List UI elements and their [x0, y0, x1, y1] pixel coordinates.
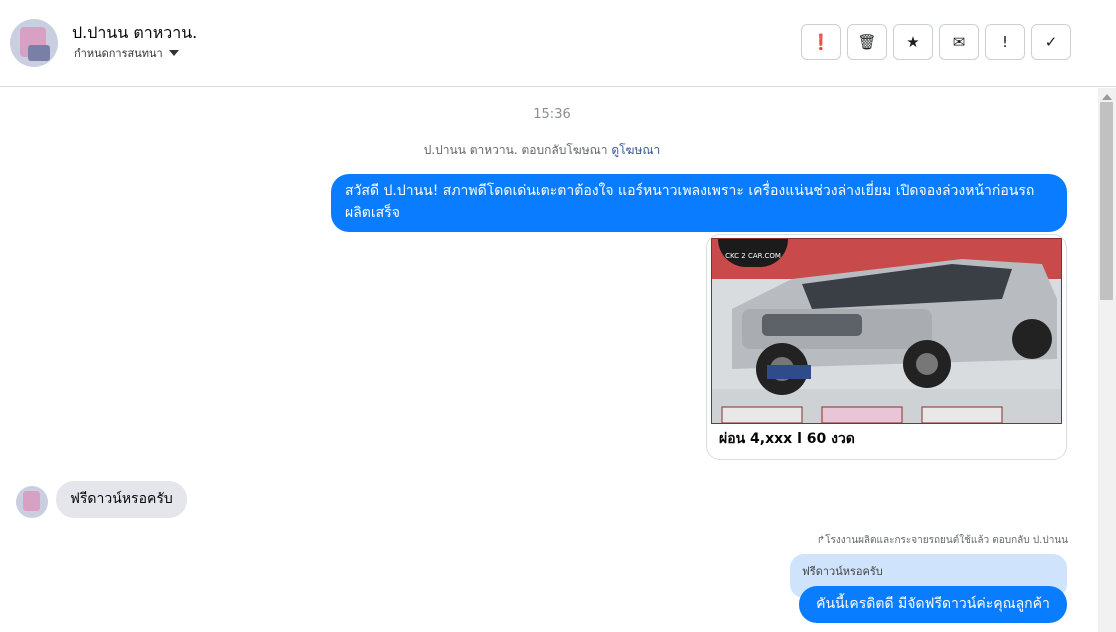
message-timestamp: 15:36	[533, 107, 571, 122]
alert-circle-icon: ❗	[811, 33, 831, 51]
contact-avatar[interactable]	[10, 19, 58, 67]
trash-icon: 🗑	[857, 33, 877, 51]
car-photo: CKC 2 CAR.COM	[711, 238, 1062, 424]
exclamation-icon: !	[1001, 33, 1008, 51]
envelope-icon: ✉	[952, 33, 966, 51]
check-icon: ✓	[1044, 33, 1058, 51]
incoming-message: ฟรีดาวน์หรอครับ	[56, 481, 187, 518]
star-button[interactable]: ★	[893, 24, 933, 60]
thread-scrollbar[interactable]	[1098, 88, 1116, 632]
conversation-settings-label: กำหนดการสนทนา	[74, 47, 163, 60]
ad-reply-text: ป.ปานน ตาหวาน. ตอบกลับโฆษณา	[423, 143, 608, 157]
scroll-up-arrow-icon[interactable]	[1102, 94, 1112, 100]
delete-button[interactable]: 🗑	[847, 24, 887, 60]
mark-done-button[interactable]: ✓	[1031, 24, 1071, 60]
message-thread: 15:36 ป.ปานน ตาหวาน. ตอบกลับโฆษณา ดูโฆษณ…	[0, 88, 1098, 632]
spam-button[interactable]: !	[985, 24, 1025, 60]
mark-unread-button[interactable]: ✉	[939, 24, 979, 60]
caret-down-icon	[168, 50, 179, 56]
ad-card-title: ผ่อน 4,xxx l 60 งวด	[719, 431, 855, 447]
contact-name[interactable]: ป.ปานน ตาหวาน.	[72, 21, 197, 46]
outgoing-message: สวัสดี ป.ปานน! สภาพดีโดดเด่นเตะตาต้องใจ …	[331, 174, 1067, 232]
view-ad-link[interactable]: ดูโฆษณา	[611, 143, 660, 157]
header-actions: ❗ 🗑 ★ ✉ ! ✓	[801, 24, 1071, 60]
star-icon: ★	[906, 33, 920, 51]
reply-context-label: ↱โรงงานผลิตและกระจายรถยนต์ใช้แล้ว ตอบกลั…	[816, 535, 1068, 546]
ad-reply-notice: ป.ปานน ตาหวาน. ตอบกลับโฆษณา ดูโฆษณา	[0, 141, 1084, 160]
conversation-settings-dropdown[interactable]: กำหนดการสนทนา	[74, 44, 179, 62]
ad-card[interactable]: CKC 2 CAR.COM ผ่อน 4,xxx l 60 งวด	[706, 234, 1067, 460]
sender-avatar	[16, 486, 48, 518]
report-button[interactable]: ❗	[801, 24, 841, 60]
conversation-header: ป.ปานน ตาหวาน. กำหนดการสนทนา ❗ 🗑 ★ ✉ ! ✓	[0, 0, 1116, 87]
reply-message: คันนี้เครดิตดี มีจัดฟรีดาวน์ค่ะคุณลูกค้า	[799, 586, 1067, 623]
scroll-thumb[interactable]	[1100, 102, 1113, 300]
